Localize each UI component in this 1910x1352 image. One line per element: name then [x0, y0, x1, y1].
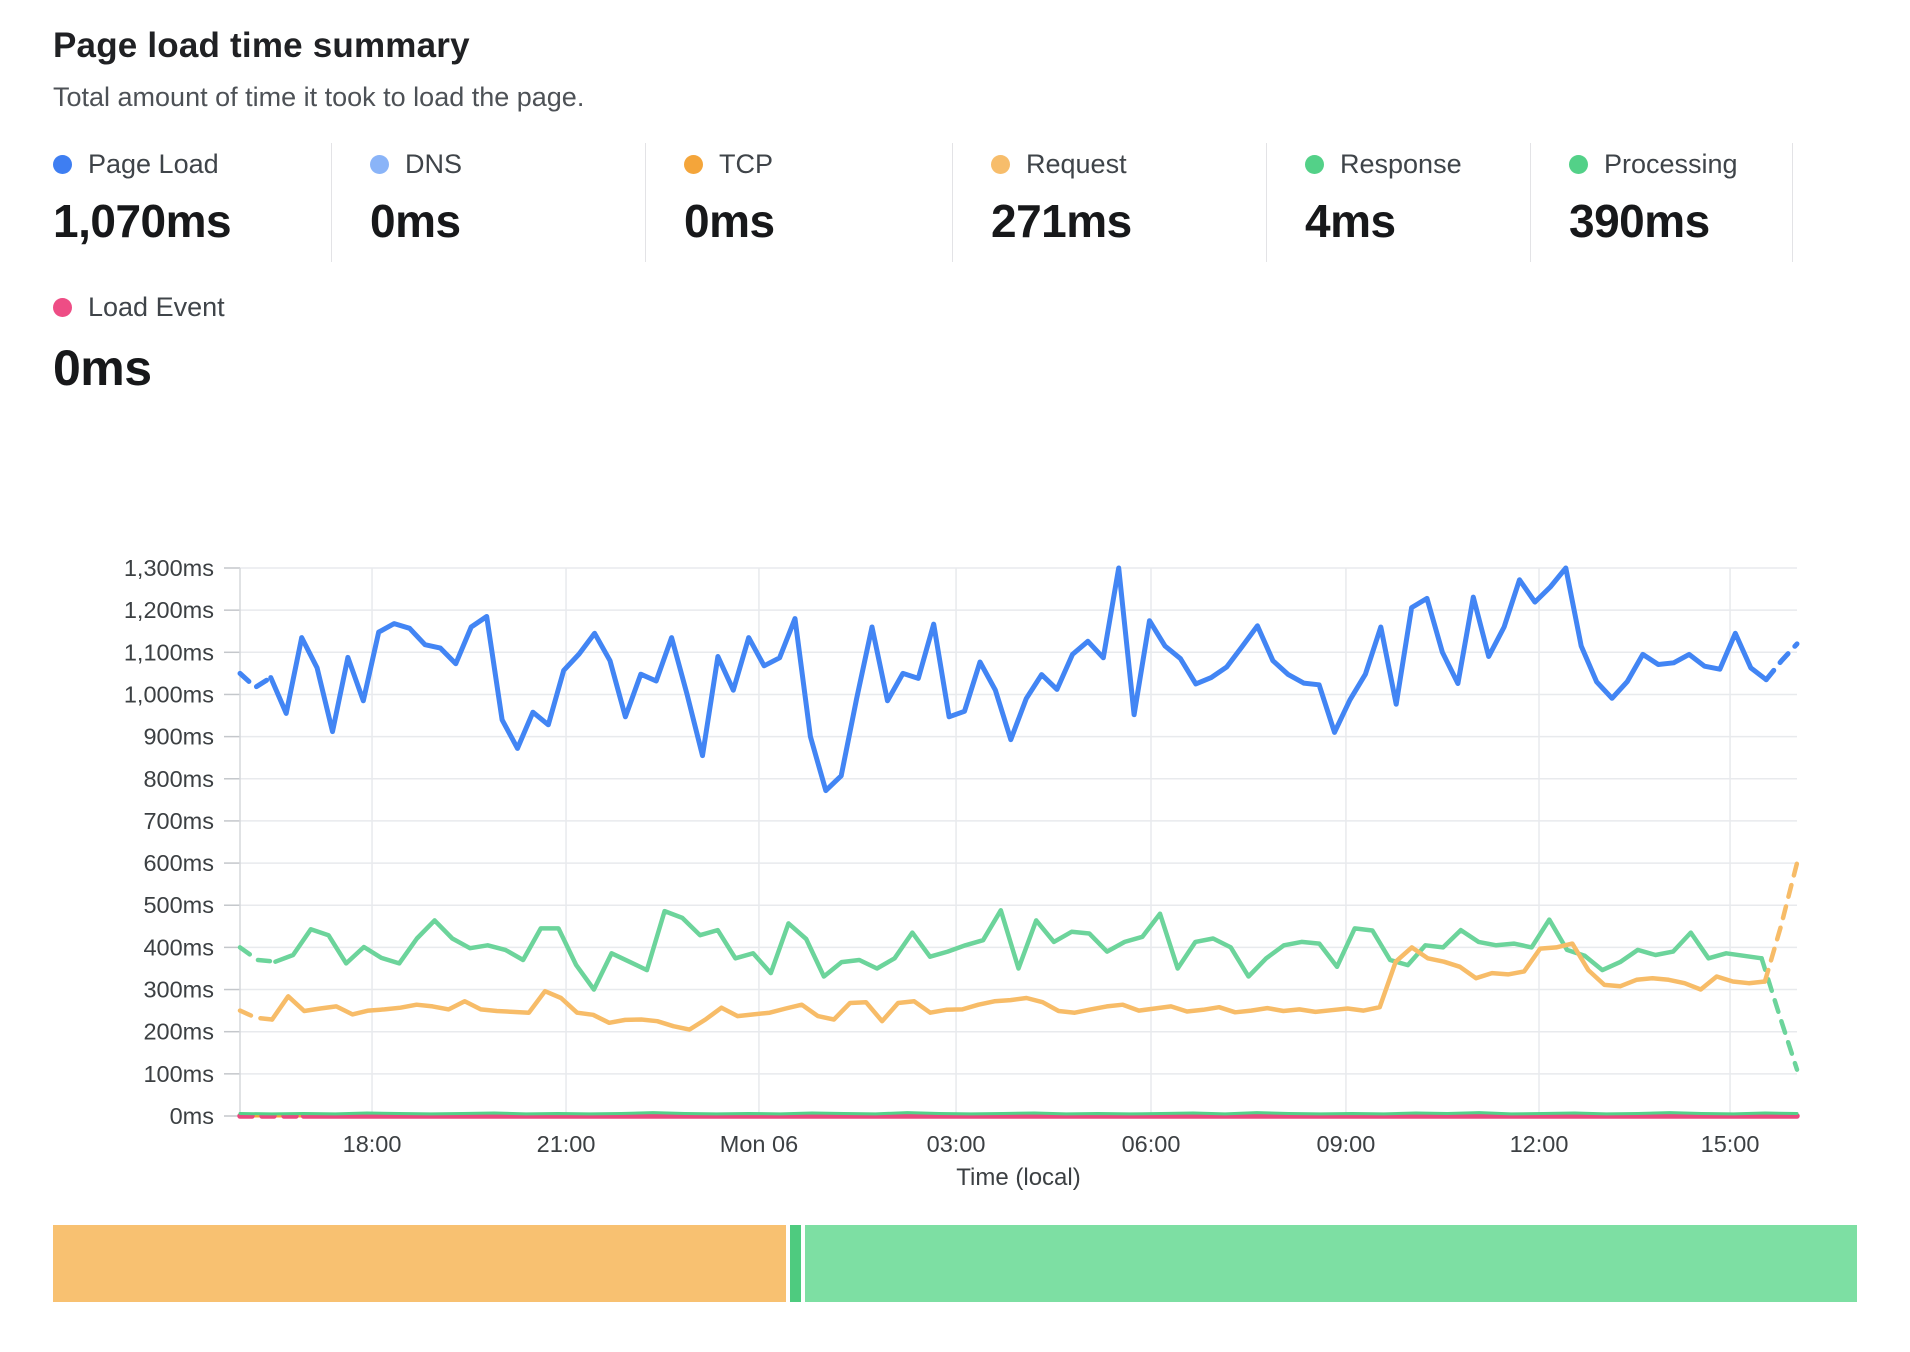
svg-text:09:00: 09:00 — [1317, 1131, 1376, 1157]
metrics-legend-row: Page Load 1,070ms DNS 0ms TCP 0ms Reques… — [53, 143, 1910, 262]
legend-item-tcp[interactable]: TCP 0ms — [646, 143, 953, 262]
metric-label: Load Event — [88, 292, 225, 323]
legend-item-page-load[interactable]: Page Load 1,070ms — [53, 143, 332, 262]
svg-text:0ms: 0ms — [170, 1103, 214, 1129]
page-load-time-chart[interactable]: 0ms 100ms 200ms 300ms 400ms 500ms 600ms 700ms 80… — [0, 543, 1910, 1203]
load-event-color-dot — [53, 298, 72, 317]
svg-text:900ms: 900ms — [143, 724, 214, 750]
metric-value: 1,070ms — [53, 194, 331, 248]
svg-text:600ms: 600ms — [143, 850, 214, 876]
svg-text:1,100ms: 1,100ms — [124, 639, 214, 665]
svg-text:06:00: 06:00 — [1122, 1131, 1181, 1157]
svg-text:18:00: 18:00 — [343, 1131, 402, 1157]
metric-label: DNS — [405, 149, 462, 180]
metric-value: 0ms — [370, 194, 645, 248]
timeline-status-bar[interactable] — [53, 1225, 1857, 1302]
processing-color-dot — [1569, 155, 1588, 174]
svg-text:300ms: 300ms — [143, 977, 214, 1003]
chart-canvas[interactable]: 0ms 100ms 200ms 300ms 400ms 500ms 600ms 700ms 80… — [0, 543, 1910, 1203]
metric-value: 4ms — [1305, 194, 1530, 248]
metric-value: 0ms — [684, 194, 952, 248]
svg-text:15:00: 15:00 — [1701, 1131, 1760, 1157]
svg-text:100ms: 100ms — [143, 1061, 214, 1087]
tcp-color-dot — [684, 155, 703, 174]
request-color-dot — [991, 155, 1010, 174]
response-color-dot — [1305, 155, 1324, 174]
svg-text:Mon 06: Mon 06 — [720, 1131, 798, 1157]
svg-text:800ms: 800ms — [143, 766, 214, 792]
svg-text:400ms: 400ms — [143, 934, 214, 960]
svg-text:500ms: 500ms — [143, 892, 214, 918]
svg-text:1,000ms: 1,000ms — [124, 681, 214, 707]
metric-label: Request — [1026, 149, 1127, 180]
svg-text:200ms: 200ms — [143, 1019, 214, 1045]
timeline-segment-orange-period[interactable] — [53, 1225, 786, 1302]
svg-text:1,200ms: 1,200ms — [124, 597, 214, 623]
legend-item-response[interactable]: Response 4ms — [1267, 143, 1531, 262]
legend-item-processing[interactable]: Processing 390ms — [1531, 143, 1793, 262]
metric-value: 0ms — [53, 339, 1910, 397]
metric-label: Processing — [1604, 149, 1738, 180]
legend-item-request[interactable]: Request 271ms — [953, 143, 1267, 262]
svg-text:700ms: 700ms — [143, 808, 214, 834]
svg-text:1,300ms: 1,300ms — [124, 555, 214, 581]
dns-color-dot — [370, 155, 389, 174]
metric-label: Response — [1340, 149, 1462, 180]
svg-text:03:00: 03:00 — [927, 1131, 986, 1157]
page: Page load time summary Total amount of t… — [0, 0, 1910, 1302]
metric-value: 271ms — [991, 194, 1266, 248]
page-subtitle: Total amount of time it took to load the… — [53, 82, 1910, 113]
svg-text:21:00: 21:00 — [537, 1131, 596, 1157]
legend-item-load-event[interactable]: Load Event 0ms — [53, 292, 1910, 397]
metric-label: Page Load — [88, 149, 219, 180]
timeline-segment-green-stripe[interactable] — [790, 1225, 801, 1302]
legend-item-dns[interactable]: DNS 0ms — [332, 143, 646, 262]
svg-text:Time (local): Time (local) — [956, 1164, 1080, 1191]
svg-text:12:00: 12:00 — [1510, 1131, 1569, 1157]
page-load-color-dot — [53, 155, 72, 174]
page-title: Page load time summary — [53, 26, 1910, 66]
timeline-segment-green-period[interactable] — [805, 1225, 1857, 1302]
metric-value: 390ms — [1569, 194, 1792, 248]
metric-label: TCP — [719, 149, 773, 180]
